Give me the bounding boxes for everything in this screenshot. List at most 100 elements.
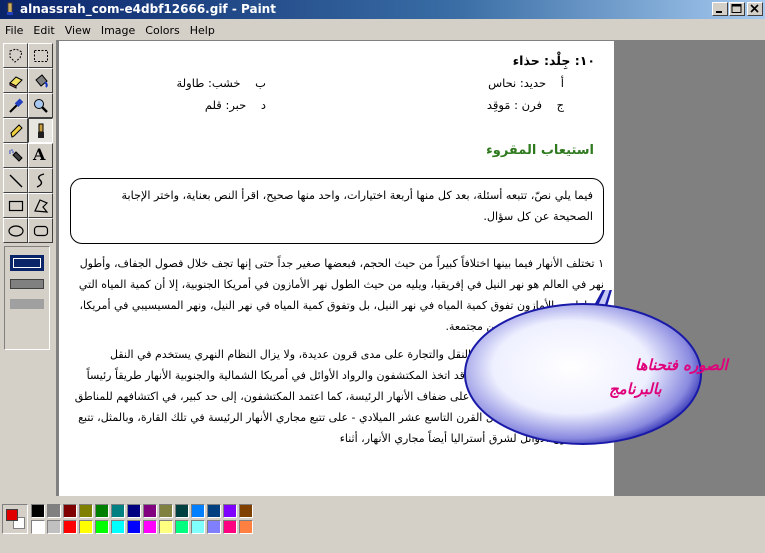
paint-app-icon (7, 2, 13, 15)
option-text: حبر: قلم (204, 98, 247, 112)
menu-help[interactable]: Help (185, 22, 220, 37)
maximize-button[interactable] (729, 2, 745, 16)
option-text: حديد: نحاس (488, 76, 547, 90)
close-icon (750, 4, 759, 13)
option-text: فرن : مَوقِد (486, 98, 542, 112)
title-bar[interactable]: alnassrah_com-e4dbf12666.gif - Paint (0, 0, 765, 19)
tool-box: A (0, 40, 56, 496)
tool-text[interactable]: A (28, 143, 53, 168)
minimize-button[interactable] (712, 2, 728, 16)
option-d: د حبر: قلم (205, 98, 266, 112)
option-letter: ب (255, 76, 266, 90)
menu-file[interactable]: File (0, 22, 28, 37)
close-button[interactable] (747, 2, 763, 16)
minimize-icon (716, 11, 722, 13)
option-letter: د (260, 98, 266, 112)
option-text: خشب: طاولة (176, 76, 241, 90)
rounded-rectangle-icon (33, 225, 49, 237)
palette-swatch[interactable] (143, 520, 157, 534)
speech-bubble: الصوره فتحناها بالبرنامج (464, 290, 730, 445)
option-b: ب خشب: طاولة (176, 76, 266, 90)
fill-style-fill[interactable] (10, 299, 44, 309)
tool-rectangle[interactable] (3, 193, 28, 218)
menu-colors[interactable]: Colors (140, 22, 184, 37)
palette-swatch[interactable] (191, 520, 205, 534)
palette-swatch[interactable] (175, 520, 189, 534)
magnifier-icon (34, 99, 48, 113)
window-title: alnassrah_com-e4dbf12666.gif - Paint (20, 2, 276, 16)
foreground-color[interactable] (6, 509, 18, 521)
fill-bucket-icon (35, 74, 48, 88)
palette-swatch[interactable] (31, 520, 45, 534)
tool-brush[interactable] (28, 118, 53, 143)
menu-bar: File Edit View Image Colors Help (0, 19, 765, 38)
palette-swatch[interactable] (239, 520, 253, 534)
palette-swatch[interactable] (159, 520, 173, 534)
palette-swatch[interactable] (127, 520, 141, 534)
tool-line[interactable] (3, 168, 28, 193)
palette-swatch[interactable] (31, 504, 45, 518)
palette-swatch[interactable] (47, 504, 61, 518)
palette-swatch[interactable] (143, 504, 157, 518)
tool-curve[interactable] (28, 168, 53, 193)
tool-rounded-rectangle[interactable] (28, 218, 53, 243)
airbrush-icon (9, 149, 23, 162)
free-form-select-icon (9, 48, 23, 63)
palette-swatch[interactable] (207, 520, 221, 534)
palette-swatch[interactable] (159, 504, 173, 518)
tool-polygon[interactable] (28, 193, 53, 218)
palette-swatch[interactable] (223, 504, 237, 518)
select-icon (34, 50, 48, 62)
menu-image[interactable]: Image (96, 22, 140, 37)
palette-swatch[interactable] (95, 520, 109, 534)
palette-swatch[interactable] (63, 504, 77, 518)
palette-swatch[interactable] (95, 504, 109, 518)
tool-options (4, 246, 50, 350)
tool-magnifier[interactable] (28, 93, 53, 118)
palette-swatch[interactable] (79, 504, 93, 518)
palette-swatch[interactable] (191, 504, 205, 518)
canvas-area[interactable]: ١٠: جِلْد: حذاء أ حديد: نحاس ب خشب: طاول… (56, 40, 765, 496)
tool-airbrush[interactable] (3, 143, 28, 168)
fill-style-outline[interactable] (10, 255, 44, 271)
pencil-icon (10, 124, 23, 138)
palette-swatch[interactable] (207, 504, 221, 518)
tool-select[interactable] (28, 43, 53, 68)
menu-view[interactable]: View (60, 22, 96, 37)
tool-pencil[interactable] (3, 118, 28, 143)
tool-ellipse[interactable] (3, 218, 28, 243)
polygon-icon (34, 199, 49, 213)
option-c: ج فرن : مَوقِد (487, 98, 564, 112)
curve-icon (36, 173, 45, 188)
eraser-icon (9, 76, 23, 89)
tool-fill[interactable] (28, 68, 53, 93)
menu-edit[interactable]: Edit (28, 22, 59, 37)
maximize-icon (731, 4, 742, 13)
option-a: أ حديد: نحاس (488, 76, 564, 90)
bubble-line-1: الصوره فتحناها (635, 356, 730, 374)
palette-swatch[interactable] (175, 504, 189, 518)
tool-pick-color[interactable] (3, 93, 28, 118)
tool-free-form-select[interactable] (3, 43, 28, 68)
option-letter: أ (560, 76, 564, 90)
palette-swatch[interactable] (111, 520, 125, 534)
rectangle-icon (8, 200, 24, 212)
palette-swatch[interactable] (79, 520, 93, 534)
palette-swatch[interactable] (223, 520, 237, 534)
palette-swatch[interactable] (239, 504, 253, 518)
palette-swatch[interactable] (127, 504, 141, 518)
color-palette (0, 496, 765, 553)
pick-color-icon (9, 98, 24, 113)
text-icon: A (33, 145, 46, 164)
bubble-line-2: بالبرنامج (609, 380, 662, 398)
option-letter: ج (556, 98, 564, 112)
section-heading: استيعاب المقروء (486, 143, 594, 158)
ellipse-icon (8, 225, 24, 237)
fill-style-outline-fill[interactable] (10, 279, 44, 289)
tool-eraser[interactable] (3, 68, 28, 93)
palette-swatch[interactable] (111, 504, 125, 518)
palette-swatch[interactable] (47, 520, 61, 534)
current-colors[interactable] (2, 504, 28, 534)
palette-swatch[interactable] (63, 520, 77, 534)
line-icon (9, 174, 23, 188)
